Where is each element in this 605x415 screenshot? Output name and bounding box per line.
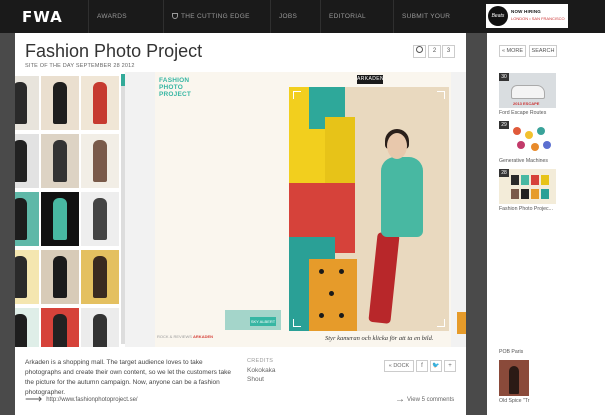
viewfinder-corner [437, 319, 445, 327]
sidebar-item-label: Fashion Photo Projec... [499, 206, 553, 212]
nav-editorial[interactable]: EDITORIAL [320, 0, 393, 33]
ford-escape-thumbnail: 2013 ESCAPE 30 [499, 73, 556, 108]
viewfinder-corner [293, 319, 301, 327]
collage-photo [41, 192, 79, 246]
collage-photo [81, 76, 119, 130]
beats-logo: Beats [488, 6, 508, 26]
dock-button[interactable]: « DOCK [384, 360, 414, 372]
google-plus-share-icon[interactable]: + [444, 360, 456, 372]
collage-photo [81, 308, 119, 347]
collage-photo [15, 308, 39, 347]
orange-dice-box [309, 259, 357, 331]
logo-line-1: FASHION [159, 77, 190, 84]
screenshot-stage: FASHION PHOTO PROJECT ARKADEN SKY ALBERT… [15, 72, 466, 347]
model-legs [368, 232, 400, 324]
credit-kokokaka[interactable]: Kokokaka [247, 367, 276, 374]
top-nav: FWA AWARDS THE CUTTING EDGE AWARD JOBS E… [0, 0, 605, 53]
project-url[interactable]: http://www.fashionphotoproject.se/ [46, 397, 137, 403]
collage-photo [41, 76, 79, 130]
nav-awards[interactable]: AWARDS [88, 0, 163, 33]
credits-label: CREDITS [247, 358, 274, 364]
sidebar-item-generative-machines[interactable]: 29 Generative Machines [499, 121, 559, 164]
project-url-row[interactable]: ⟶ http://www.fashionphotoproject.se/ [25, 392, 138, 406]
main-panel: Fashion Photo Project SITE OF THE DAY SE… [15, 33, 466, 415]
fashion-photo-project-thumbnail: 28 [499, 169, 556, 204]
collage-photo [81, 192, 119, 246]
arrow-right-icon: → [395, 394, 405, 405]
nav-submit-project[interactable]: SUBMIT YOUR PROJECT [393, 0, 483, 53]
viewfinder-corner [293, 91, 301, 99]
photo-collage [15, 72, 125, 347]
credit-shout[interactable]: Shout [247, 376, 264, 383]
site-of-the-day-date: SITE OF THE DAY SEPTEMBER 28 2012 [25, 63, 135, 69]
logo-line-3: PROJECT [159, 91, 192, 98]
hiring-ad-banner[interactable]: Beats NOW HIRING LONDON • SAN FRANCISCO [486, 4, 568, 28]
pager-clock-button[interactable] [413, 45, 426, 58]
pager-page-3[interactable]: 3 [442, 45, 455, 58]
figure-silhouette [509, 366, 519, 394]
collage-photo [15, 250, 39, 304]
rank-badge: 30 [499, 73, 509, 81]
preview-send-button[interactable]: SKY ALBERT [250, 317, 276, 326]
old-spice-thumbnail[interactable] [499, 360, 529, 396]
page-title: Fashion Photo Project [25, 41, 203, 61]
more-button[interactable]: « MORE [499, 45, 526, 57]
preview-footer: ROCK & REVIEWS ARKADEN [157, 334, 213, 339]
preview-caption: Styr kameran och klicka för att ta en bi… [325, 335, 434, 342]
sidebar-item-label: Generative Machines [499, 158, 549, 164]
collage-photo [15, 192, 39, 246]
collage-photo [41, 134, 79, 188]
collage-photo [81, 134, 119, 188]
sidebar-item-pob-paris[interactable]: POB Paris [499, 349, 523, 355]
ad-headline: NOW HIRING [511, 9, 541, 14]
collage-photo [41, 308, 79, 347]
preview-footer-brand: ARKADEN [193, 334, 214, 339]
rank-badge: 28 [499, 169, 509, 177]
trophy-icon [172, 13, 178, 19]
view-comments-label: View 5 comments [407, 397, 455, 403]
generative-machines-thumbnail: 29 [499, 121, 556, 156]
arrow-right-icon: ⟶ [25, 392, 43, 406]
pager-page-2[interactable]: 2 [428, 45, 441, 58]
twitter-share-icon[interactable]: 🐦 [430, 360, 442, 372]
viewfinder-corner [437, 91, 445, 99]
sidebar-item-old-spice[interactable]: Old Spice "Tr [499, 398, 529, 404]
nav-jobs[interactable]: JOBS [270, 0, 320, 33]
arkaden-badge: ARKADEN [357, 75, 384, 84]
facebook-share-icon[interactable]: f [416, 360, 428, 372]
next-preview-edge [457, 312, 466, 334]
right-sidebar: « MORE SEARCH 2013 ESCAPE 30 Ford Escape… [487, 33, 605, 415]
fashion-photo-project-logo: FASHION PHOTO PROJECT [159, 77, 191, 98]
fwa-logo[interactable]: FWA [22, 8, 63, 26]
model-head [387, 133, 407, 159]
preview-footer-text: ROCK & REVIEWS [157, 334, 192, 339]
collage-photo [81, 250, 119, 304]
search-button[interactable]: SEARCH [529, 45, 557, 57]
nav-cutting-edge-award[interactable]: THE CUTTING EDGE AWARD [163, 0, 270, 53]
sidebar-item-fashion-photo-project[interactable]: 28 Fashion Photo Projec... [499, 169, 559, 212]
rank-badge: 29 [499, 121, 509, 129]
clock-icon [416, 46, 423, 53]
ad-locations: LONDON • SAN FRANCISCO [511, 16, 565, 21]
sidebar-item-ford-escape[interactable]: 2013 ESCAPE 30 Ford Escape Routes [499, 73, 559, 116]
collage-photo [15, 134, 39, 188]
collage-photo [15, 76, 39, 130]
logo-line-2: PHOTO [159, 84, 183, 91]
collage-photo [41, 250, 79, 304]
site-preview[interactable]: FASHION PHOTO PROJECT ARKADEN SKY ALBERT… [155, 72, 451, 347]
car-image [511, 85, 545, 99]
yellow-box [325, 117, 355, 187]
camera-viewfinder[interactable] [289, 87, 449, 331]
view-comments-link[interactable]: → View 5 comments [395, 394, 454, 405]
thumb-tag: 2013 ESCAPE [513, 101, 540, 106]
collage-scrollbar[interactable] [121, 74, 125, 344]
sidebar-item-label: Ford Escape Routes [499, 110, 547, 116]
model-dress [381, 157, 423, 237]
